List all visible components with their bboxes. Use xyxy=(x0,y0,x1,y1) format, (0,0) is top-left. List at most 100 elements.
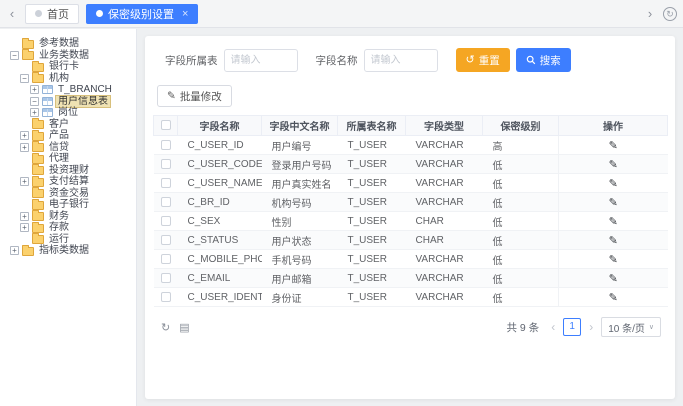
row-checkbox[interactable] xyxy=(161,140,171,150)
tree-node-label: 电子银行 xyxy=(47,199,91,210)
cell-secrecy-level: 低 xyxy=(483,155,559,174)
tree-node[interactable]: +指标类数据 xyxy=(10,245,134,257)
tree-node[interactable]: −用户信息表 xyxy=(10,96,134,108)
field-table-input[interactable] xyxy=(224,49,298,72)
edit-row-icon[interactable]: ✎ xyxy=(609,178,618,190)
tabs-scroll-left-icon[interactable]: ‹ xyxy=(6,6,18,21)
row-checkbox[interactable] xyxy=(161,178,171,188)
tree-node[interactable]: −机构 xyxy=(10,73,134,85)
tree-node[interactable]: 投资理财 xyxy=(10,165,134,177)
toggle-spacer xyxy=(20,62,29,71)
tree-node-label: 信贷 xyxy=(47,142,71,153)
edit-row-icon[interactable]: ✎ xyxy=(609,292,618,304)
tab-active-label: 保密级别设置 xyxy=(108,6,174,22)
tree-node[interactable]: +岗位 xyxy=(10,107,134,119)
row-checkbox[interactable] xyxy=(161,254,171,264)
tree-node[interactable]: 银行卡 xyxy=(10,61,134,73)
tabs-refresh-icon[interactable]: ↻ xyxy=(663,7,677,21)
cell-field-name: C_USER_NAME xyxy=(178,174,262,193)
row-checkbox[interactable] xyxy=(161,235,171,245)
page-size-select[interactable]: 10 条/页 ∨ xyxy=(601,317,661,337)
search-icon xyxy=(526,55,536,65)
expand-icon[interactable]: + xyxy=(10,246,19,255)
expand-icon[interactable]: + xyxy=(20,177,29,186)
select-all-checkbox[interactable] xyxy=(161,120,171,130)
chevron-down-icon: ∨ xyxy=(649,323,654,331)
collapse-icon[interactable]: − xyxy=(20,74,29,83)
tab-close-icon[interactable]: × xyxy=(182,8,188,20)
table-icon xyxy=(42,97,53,106)
edit-row-icon[interactable]: ✎ xyxy=(609,254,618,266)
collapse-icon[interactable]: − xyxy=(30,97,39,106)
table-row: C_BR_ID机构号码T_USERVARCHAR低✎ xyxy=(154,193,668,212)
field-name-input[interactable] xyxy=(364,49,438,72)
cell-field-cn-name: 机构号码 xyxy=(262,193,338,212)
cell-secrecy-level: 低 xyxy=(483,212,559,231)
tree-node[interactable]: −业务类数据 xyxy=(10,50,134,62)
tree-node[interactable]: 资金交易 xyxy=(10,188,134,200)
tree-node[interactable]: +T_BRANCH xyxy=(10,84,134,96)
cell-field-cn-name: 用户邮箱 xyxy=(262,269,338,288)
cell-secrecy-level: 低 xyxy=(483,174,559,193)
folder-icon xyxy=(32,143,44,152)
tree-node-label: 代理 xyxy=(47,153,71,164)
tree-node[interactable]: 运行 xyxy=(10,234,134,246)
edit-row-icon[interactable]: ✎ xyxy=(609,273,618,285)
expand-icon[interactable]: + xyxy=(30,85,39,94)
total-count-label: 共 9 条 xyxy=(507,320,540,335)
next-page-button[interactable]: › xyxy=(587,320,595,334)
tree-node[interactable]: + 信贷 xyxy=(10,142,134,154)
tree-node[interactable]: +财务 xyxy=(10,211,134,223)
folder-icon xyxy=(32,166,44,175)
row-checkbox[interactable] xyxy=(161,159,171,169)
search-button[interactable]: 搜索 xyxy=(516,48,571,72)
folder-icon xyxy=(32,63,44,72)
edit-row-icon[interactable]: ✎ xyxy=(609,216,618,228)
table-row: C_STATUS用户状态T_USERCHAR低✎ xyxy=(154,231,668,250)
collapse-icon[interactable]: − xyxy=(10,51,19,60)
batch-edit-button[interactable]: ✎ 批量修改 xyxy=(157,85,232,107)
tab-home-label: 首页 xyxy=(47,6,69,22)
folder-icon xyxy=(32,132,44,141)
cell-table-name: T_USER xyxy=(338,193,406,212)
page-number-button[interactable]: 1 xyxy=(563,318,581,336)
row-checkbox[interactable] xyxy=(161,197,171,207)
filter-bar: 字段所属表 字段名称 ↺ 重置 搜索 xyxy=(165,48,667,72)
edit-row-icon[interactable]: ✎ xyxy=(609,235,618,247)
expand-icon[interactable]: + xyxy=(20,131,29,140)
table-row: C_USER_NAME用户真实姓名T_USERVARCHAR低✎ xyxy=(154,174,668,193)
tabs-scroll-right-icon[interactable]: › xyxy=(644,6,656,21)
tab-home[interactable]: 首页 xyxy=(25,4,79,24)
tree-node[interactable]: +存款 xyxy=(10,222,134,234)
row-checkbox[interactable] xyxy=(161,273,171,283)
tree-node[interactable]: 客户 xyxy=(10,119,134,131)
tree-node[interactable]: 参考数据 xyxy=(10,38,134,50)
expand-icon[interactable]: + xyxy=(30,108,39,117)
tab-secrecy-level-settings[interactable]: 保密级别设置 × xyxy=(86,4,198,24)
expand-icon[interactable]: + xyxy=(20,212,29,221)
folder-icon xyxy=(22,51,34,60)
pencil-icon: ✎ xyxy=(167,90,176,102)
edit-row-icon[interactable]: ✎ xyxy=(609,197,618,209)
row-checkbox[interactable] xyxy=(161,216,171,226)
table-toolbar: ✎ 批量修改 xyxy=(157,85,667,107)
cell-table-name: T_USER xyxy=(338,136,406,155)
tree-node[interactable]: +产品 xyxy=(10,130,134,142)
cell-field-name: C_BR_ID xyxy=(178,193,262,212)
tree-node[interactable]: +支付结算 xyxy=(10,176,134,188)
reset-button[interactable]: ↺ 重置 xyxy=(456,48,510,72)
expand-icon[interactable]: + xyxy=(20,143,29,152)
expand-icon[interactable]: + xyxy=(20,223,29,232)
column-settings-icon[interactable]: ▤ xyxy=(179,321,189,334)
tree-node[interactable]: 代理 xyxy=(10,153,134,165)
edit-row-icon[interactable]: ✎ xyxy=(609,140,618,152)
refresh-table-icon[interactable]: ↻ xyxy=(161,321,170,334)
table-row: C_USER_CODE登录用户号码T_USERVARCHAR低✎ xyxy=(154,155,668,174)
prev-page-button[interactable]: ‹ xyxy=(549,320,557,334)
tree-node-label: 运行 xyxy=(47,234,71,245)
edit-row-icon[interactable]: ✎ xyxy=(609,159,618,171)
tree-node[interactable]: 电子银行 xyxy=(10,199,134,211)
row-checkbox[interactable] xyxy=(161,292,171,302)
cell-field-name: C_USER_ID xyxy=(178,136,262,155)
field-table-label: 字段所属表 xyxy=(165,53,218,68)
